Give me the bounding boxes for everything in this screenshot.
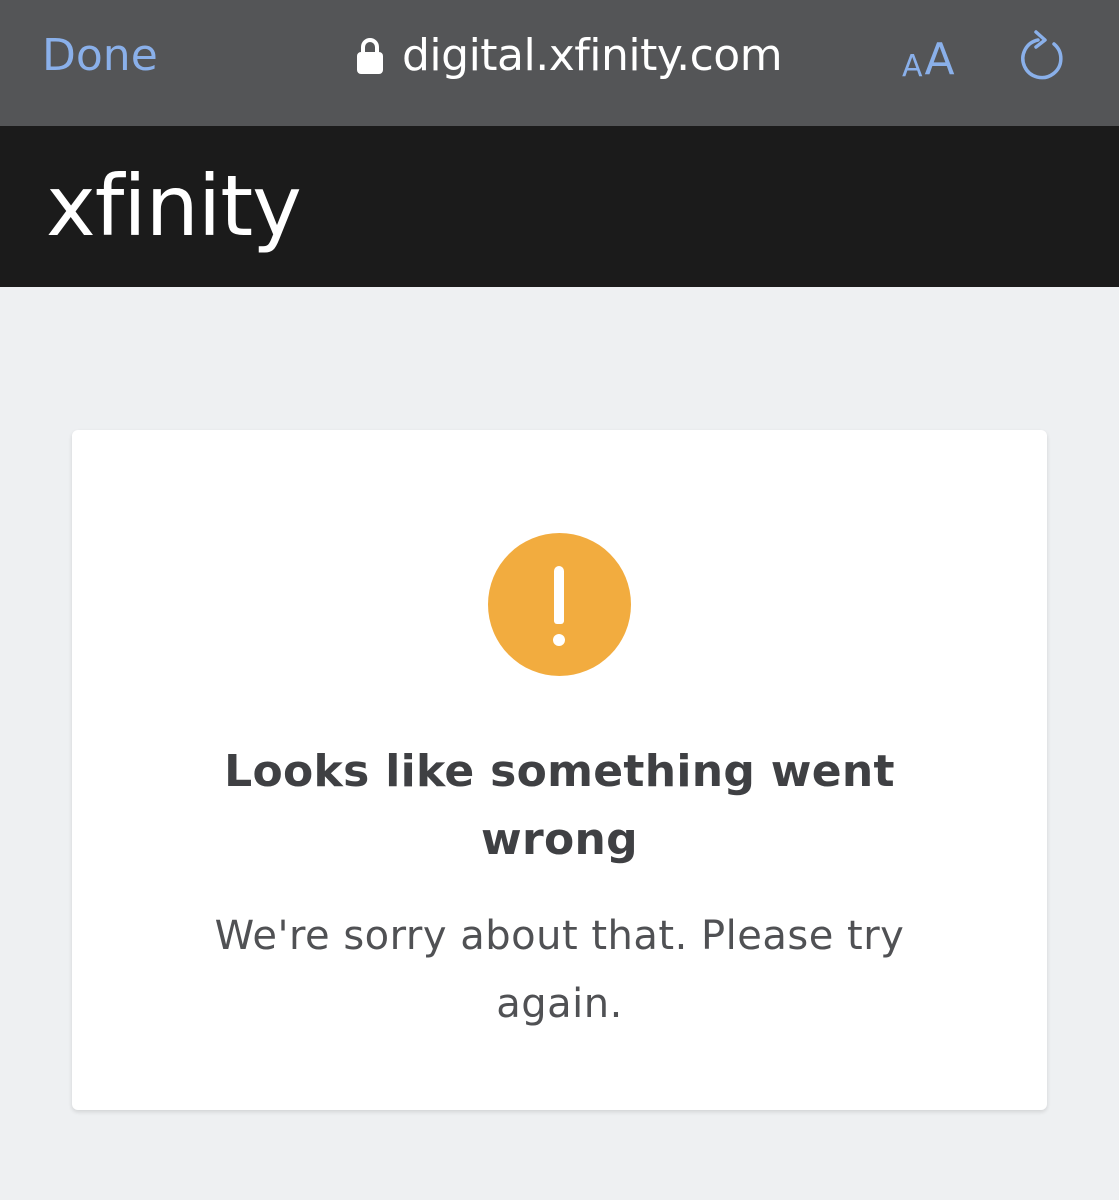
- text-size-button[interactable]: A A: [902, 32, 955, 82]
- xfinity-logo[interactable]: xfinity: [46, 156, 302, 256]
- error-message: We're sorry about that. Please try again…: [214, 913, 905, 1027]
- browser-toolbar: Done digital.xfinity.com A A: [0, 0, 1119, 126]
- address-bar[interactable]: digital.xfinity.com: [356, 28, 783, 84]
- lock-icon: [357, 38, 383, 74]
- done-button[interactable]: Done: [42, 30, 158, 82]
- site-header: xfinity: [0, 126, 1119, 287]
- url-text: digital.xfinity.com: [402, 30, 783, 81]
- warning-icon: [488, 533, 631, 676]
- error-card: Looks like something went wrong We're so…: [72, 430, 1047, 1110]
- warning-icon-dot: [553, 634, 565, 646]
- warning-icon-bar: [554, 566, 564, 624]
- text-size-small-glyph: A: [902, 49, 923, 84]
- reload-icon[interactable]: [1018, 28, 1068, 84]
- error-title: Looks like something went wrong: [224, 746, 895, 865]
- text-size-large-glyph: A: [924, 34, 955, 85]
